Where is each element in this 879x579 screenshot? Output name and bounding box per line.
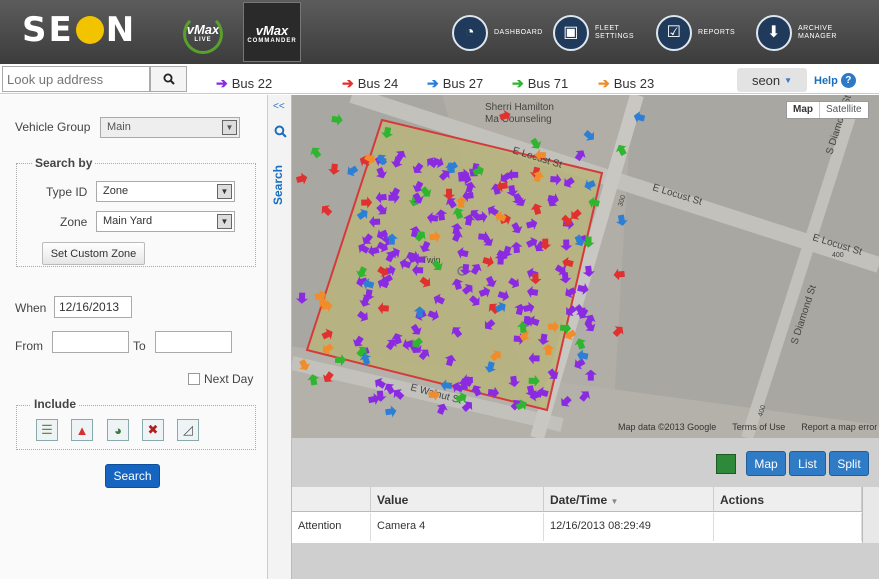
- table-scrollbar[interactable]: [862, 487, 879, 543]
- table-header-actions: Actions: [714, 487, 862, 512]
- download-icon: ⬇: [756, 15, 792, 51]
- type-id-label: Type ID: [46, 185, 88, 199]
- speedometer-icon: ◕: [114, 422, 122, 438]
- table-cell-actions[interactable]: [714, 513, 862, 541]
- search-button[interactable]: Search: [105, 464, 160, 488]
- when-label: When: [15, 301, 47, 315]
- stop-icon: ✖: [147, 422, 159, 437]
- arrow-icon: ➔: [598, 75, 610, 91]
- map-type-map-button[interactable]: Map: [787, 102, 820, 118]
- table-cell-event: Attention: [292, 513, 371, 541]
- include-events-toggle[interactable]: ☰: [36, 419, 58, 441]
- next-day-label: Next Day: [204, 372, 254, 386]
- when-date-input[interactable]: 12/16/2013: [54, 296, 132, 318]
- table-header-event: [292, 487, 371, 512]
- arrow-icon: ➔: [512, 75, 524, 91]
- from-time-input[interactable]: [52, 331, 129, 353]
- place-label: Ma Counseling: [485, 114, 552, 125]
- report-map-error-link[interactable]: Report a map error: [801, 422, 877, 432]
- map-view[interactable]: E Locust St E Locust St E Locust St E Wa…: [292, 95, 879, 438]
- table-cell-value: Camera 4: [371, 513, 544, 541]
- arrow-icon: ➔: [342, 75, 354, 91]
- top-bar: SE N vMax LIVE vMax COMMANDER ◔ DASHBOARD ▣…: [0, 0, 879, 64]
- map-type-satellite-button[interactable]: Satellite: [820, 102, 868, 118]
- vehicle-group-select[interactable]: Main ▼: [100, 117, 240, 138]
- sort-desc-icon: ▼: [610, 497, 619, 506]
- clipboard-icon: ☑: [656, 15, 692, 51]
- bus-legend-22[interactable]: ➔ Bus 22: [216, 75, 272, 92]
- bus-icon: ▣: [553, 15, 589, 51]
- excel-export-icon[interactable]: [716, 454, 736, 474]
- block-number: 400: [832, 252, 844, 259]
- place-label: Sherri Hamilton: [485, 102, 554, 113]
- zone-label: Zone: [60, 215, 88, 229]
- list-icon: ☰: [41, 422, 53, 437]
- include-alarms-toggle[interactable]: ▲: [71, 419, 93, 441]
- gauge-icon: ◔: [452, 15, 488, 51]
- search-icon[interactable]: [274, 125, 287, 138]
- view-map-button[interactable]: Map: [746, 451, 786, 476]
- help-icon: ?: [840, 73, 856, 88]
- search-icon: [163, 73, 175, 85]
- to-label: To: [133, 339, 146, 353]
- bus-legend-24[interactable]: ➔ Bus 24: [342, 75, 398, 92]
- table-header-datetime[interactable]: Date/Time ▼: [544, 487, 714, 512]
- collapse-panel-button[interactable]: <<: [273, 101, 285, 112]
- map-type-control: Map Satellite: [786, 101, 869, 119]
- zone-select[interactable]: Main Yard ▼: [96, 211, 235, 232]
- arrow-icon: ➔: [216, 75, 228, 91]
- map-attribution: Map data ©2013 Google Terms of Use Repor…: [618, 422, 878, 432]
- vehicle-group-label: Vehicle Group: [15, 120, 91, 134]
- include-idle-toggle[interactable]: ◿: [177, 419, 199, 441]
- bus-legend-27[interactable]: ➔ Bus 27: [427, 75, 483, 92]
- next-day-checkbox[interactable]: [188, 373, 200, 385]
- bus-legend-23[interactable]: ➔ Bus 23: [598, 75, 654, 92]
- chevron-down-icon: ▼: [217, 214, 232, 229]
- search-tab-label[interactable]: Search: [271, 165, 285, 205]
- chevron-down-icon: ▼: [222, 120, 237, 135]
- nav-fleet-settings[interactable]: ▣ FLEET SETTINGS: [553, 14, 634, 52]
- address-search-input[interactable]: [2, 66, 150, 92]
- table-header-value[interactable]: Value: [371, 487, 544, 512]
- search-by-legend: Search by: [32, 156, 96, 170]
- nav-archive-manager[interactable]: ⬇ ARCHIVE MANAGER: [756, 14, 837, 52]
- panel-side-tab: << Search: [268, 95, 292, 579]
- type-id-select[interactable]: Zone ▼: [96, 181, 235, 202]
- address-search-button[interactable]: [150, 66, 187, 92]
- caret-down-icon: ▼: [784, 75, 793, 85]
- bell-icon: ▲: [75, 422, 89, 438]
- view-list-button[interactable]: List: [789, 451, 826, 476]
- chevron-down-icon: ▼: [217, 184, 232, 199]
- map-canvas: E Locust St E Locust St E Locust St E Wa…: [292, 95, 879, 438]
- nav-reports[interactable]: ☑ REPORTS: [656, 14, 735, 52]
- arrow-icon: ➔: [427, 75, 439, 91]
- include-speed-toggle[interactable]: ◕: [107, 419, 129, 441]
- seon-logo: SE N: [22, 10, 137, 50]
- from-label: From: [15, 339, 43, 353]
- table-cell-datetime: 12/16/2013 08:29:49: [544, 513, 714, 541]
- vmax-live-app[interactable]: vMax LIVE: [176, 6, 230, 58]
- vmax-commander-app[interactable]: vMax COMMANDER: [243, 2, 301, 62]
- bus-legend-71[interactable]: ➔ Bus 71: [512, 75, 568, 92]
- signal-icon: ◿: [183, 422, 193, 437]
- include-stops-toggle[interactable]: ✖: [142, 419, 164, 441]
- to-time-input[interactable]: [155, 331, 232, 353]
- include-legend: Include: [31, 397, 80, 411]
- help-link[interactable]: Help?: [814, 73, 856, 88]
- user-menu-button[interactable]: seon ▼: [737, 68, 807, 92]
- view-split-button[interactable]: Split: [829, 451, 869, 476]
- nav-dashboard[interactable]: ◔ DASHBOARD: [452, 14, 543, 52]
- terms-link[interactable]: Terms of Use: [732, 422, 785, 432]
- set-custom-zone-button[interactable]: Set Custom Zone: [42, 242, 145, 265]
